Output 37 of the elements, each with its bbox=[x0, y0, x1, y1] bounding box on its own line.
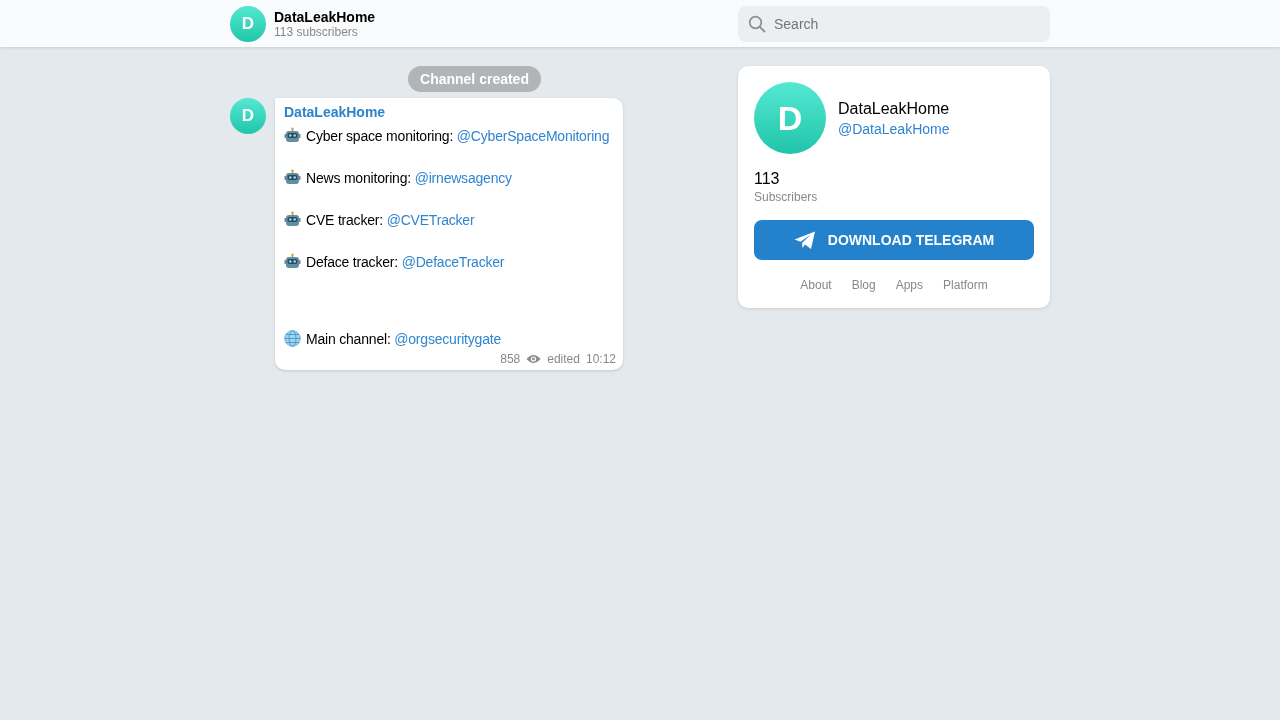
robot-icon bbox=[284, 127, 301, 144]
author-avatar: D bbox=[230, 98, 266, 134]
robot-icon bbox=[284, 169, 301, 186]
channel-avatar: D bbox=[754, 82, 826, 154]
message-time: 10:12 bbox=[585, 352, 616, 366]
message-text: CVE tracker: @CVETracker bbox=[306, 211, 475, 228]
message-text: Cyber space monitoring: @CyberSpaceMonitoring bbox=[306, 127, 610, 144]
robot-icon bbox=[284, 211, 301, 228]
subscriber-count: 113 subscribers bbox=[274, 24, 359, 39]
paper-plane-icon bbox=[793, 230, 816, 250]
message-text: News monitoring: @irnewsagency bbox=[306, 169, 512, 186]
author-name[interactable]: DataLeakHome bbox=[284, 104, 386, 120]
service-message: Channel created bbox=[408, 66, 541, 92]
channel-link[interactable]: @irnewsagency bbox=[414, 169, 512, 186]
channel-link[interactable]: @CVETracker bbox=[386, 211, 475, 228]
footer-link[interactable]: Platform bbox=[943, 278, 988, 292]
eye-icon bbox=[526, 354, 542, 364]
subscriber-label: Subscribers bbox=[754, 190, 818, 204]
channel-link[interactable]: @DefaceTracker bbox=[401, 253, 505, 270]
channel-avatar: D bbox=[230, 5, 266, 42]
message-text: Main channel: @orgsecuritygate bbox=[306, 330, 501, 347]
robot-icon bbox=[284, 253, 301, 270]
download-button[interactable]: DOWNLOAD TELEGRAM bbox=[754, 220, 1034, 260]
channel-username[interactable]: @DataLeakHome bbox=[838, 120, 950, 137]
channel-link[interactable]: @orgsecuritygate bbox=[394, 330, 501, 347]
edited-label: edited bbox=[547, 352, 580, 366]
subscriber-count: 113 bbox=[754, 170, 780, 188]
footer-link[interactable]: About bbox=[800, 278, 832, 292]
view-count: 858 bbox=[500, 352, 521, 366]
channel-title: DataLeakHome bbox=[274, 8, 376, 25]
channel-name: DataLeakHome bbox=[838, 99, 950, 118]
message-text: Deface tracker: @DefaceTracker bbox=[306, 253, 505, 270]
globe-icon bbox=[284, 330, 301, 347]
channel-link[interactable]: @CyberSpaceMonitoring bbox=[456, 127, 610, 144]
footer-link[interactable]: Apps bbox=[895, 278, 924, 292]
search-field[interactable]: Search bbox=[738, 5, 1050, 42]
footer-link[interactable]: Blog bbox=[851, 278, 876, 292]
